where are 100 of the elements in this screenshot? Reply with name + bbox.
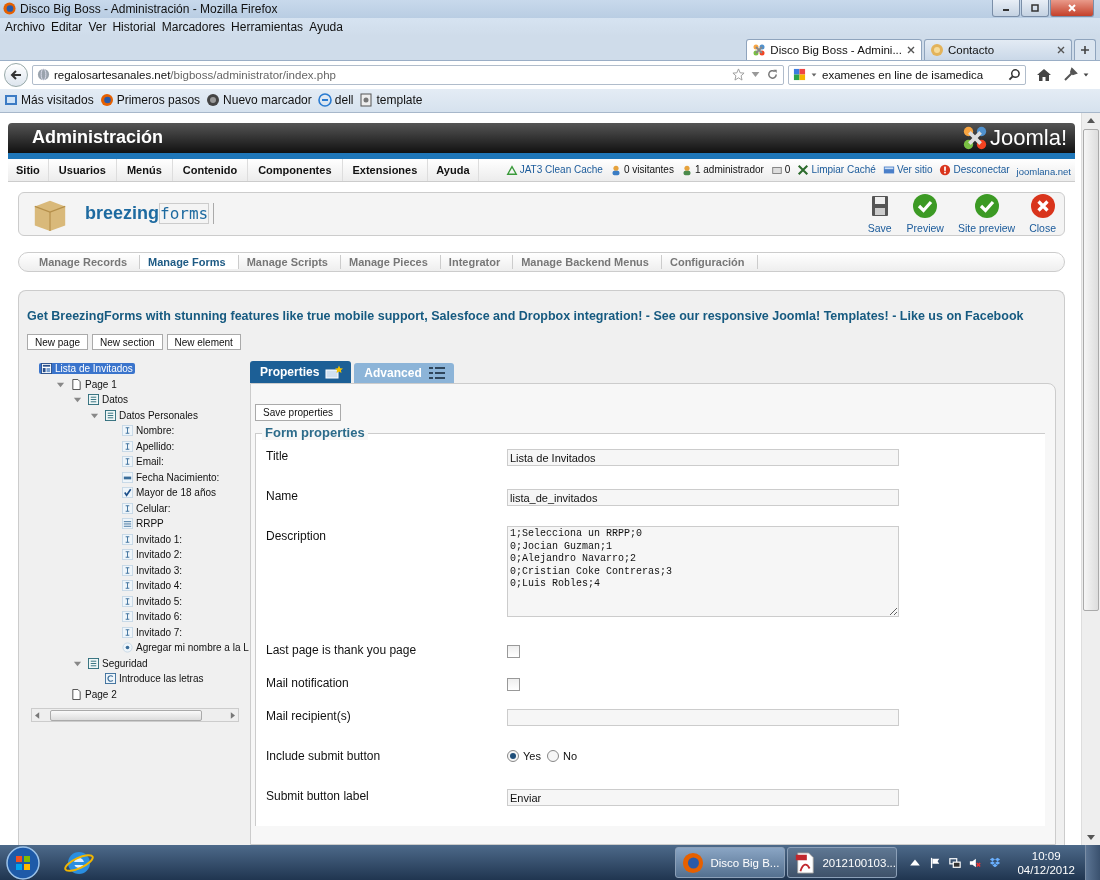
bookmark-item[interactable]: Más visitados [4,93,94,108]
status-link[interactable]: Limpiar Caché [797,163,876,176]
close-button[interactable] [1050,0,1094,17]
new-tab-button[interactable] [1074,38,1096,60]
tree-item[interactable]: Page 1 [69,378,119,390]
address-field[interactable]: regalosartesanales.net/bigboss/administrator/index.php [32,64,784,85]
radio-button[interactable] [507,750,519,762]
submenu-tab[interactable]: Manage Backend Menus [513,255,662,269]
status-link[interactable]: Ver sitio [882,163,933,176]
search-icon[interactable] [1008,68,1021,82]
tree-item[interactable]: Datos Personales [103,409,200,421]
tree-item[interactable]: Invitado 6: [120,611,185,623]
tree-item[interactable]: Datos [86,394,131,406]
toolbar-button[interactable]: Preview [906,193,944,235]
flag-icon[interactable] [929,856,942,869]
tree-item[interactable]: Fecha Nacimiento: [120,471,222,483]
reload-icon[interactable] [766,68,779,82]
taskbar-button[interactable]: Disco Big B... [675,847,786,878]
tree-item[interactable]: Page 2 [69,688,119,700]
home-icon[interactable] [1036,66,1052,83]
menu-item[interactable]: Historial [110,19,160,34]
tree-item[interactable]: Invitado 7: [120,626,185,638]
tree-item[interactable]: Introduce las letras [103,673,206,685]
search-field[interactable]: examenes en line de isamedica [788,64,1026,85]
tree-item[interactable]: Invitado 5: [120,595,185,607]
browser-tab[interactable]: Contacto [924,38,1072,60]
maximize-button[interactable] [1021,0,1049,17]
tree-item[interactable]: RRPP [120,518,166,530]
menu-item[interactable]: Ver [86,19,111,34]
menu-item[interactable]: Herramientas [229,19,308,34]
admin-menu-item[interactable]: Sitio [8,158,49,181]
status-link[interactable]: joomlana.net [1016,165,1071,177]
text-field[interactable]: lista_de_invitados [507,489,899,506]
admin-menu-item[interactable]: Menús [116,158,173,181]
promo-link[interactable]: Get BreezingForms with stunning features like true mobile support, Salesfoce and Dropbox integration! - See our responsive Joomla! Templates! - Like us on Facebook [27,309,1056,323]
tree-item[interactable]: Agregar mi nombre a la L [120,642,251,654]
status-link[interactable]: JAT3 Clean Cache [505,163,603,176]
tree-action-button[interactable]: New section [92,334,163,350]
radio-button[interactable] [546,750,559,762]
properties-tab[interactable]: Properties [250,361,352,383]
admin-menu-item[interactable]: Extensiones [342,158,429,181]
text-field[interactable] [507,709,899,726]
scroll-thumb[interactable] [1083,128,1099,611]
toolbar-button[interactable]: Close [1029,193,1056,235]
horizontal-scrollbar[interactable] [31,708,239,722]
tree-item[interactable]: Nombre: [120,425,177,437]
description-field[interactable]: 1;Selecciona un RRPP;0 0;Jocian Guzman;1 0;Alejandro Navarro;2 0;Cristian Coke Contreras;3 0;Luis Robles;4 [507,526,899,617]
toolbar-button[interactable]: Site preview [957,193,1016,235]
tree-item[interactable]: Celular: [120,502,173,514]
clock-date[interactable]: 04/12/2012 [1017,862,1075,877]
menu-item[interactable]: Ayuda [307,19,347,34]
taskbar-button[interactable]: 2012100103... [787,847,898,878]
tree-action-button[interactable]: New page [27,334,89,350]
submenu-tab[interactable]: Configuración [661,255,758,269]
tree-item[interactable]: Invitado 4: [120,580,185,592]
vertical-scrollbar[interactable] [1081,112,1100,845]
tree-item[interactable]: Mayor de 18 años [120,487,219,499]
close-icon[interactable] [1057,45,1065,54]
minimize-button[interactable] [992,0,1020,17]
tree-item[interactable]: Invitado 2: [120,549,185,561]
admin-menu-item[interactable]: Ayuda [428,158,479,181]
tree-item[interactable]: Invitado 3: [120,564,185,576]
menu-item[interactable]: Archivo [3,19,49,34]
dropdown-icon[interactable] [810,70,818,79]
arrow-up-icon[interactable] [1087,117,1095,124]
dropbox-icon[interactable] [989,856,1002,869]
arrow-left-icon[interactable] [35,711,40,719]
status-link[interactable]: Desconectar [939,163,1010,176]
bookmark-item[interactable]: dell [317,93,354,108]
submenu-tab[interactable]: Manage Forms [140,255,239,269]
tree-action-button[interactable]: New element [166,334,241,350]
start-button[interactable] [6,845,40,880]
admin-menu-item[interactable]: Componentes [248,158,343,181]
clock-time[interactable]: 10:09 [1031,848,1061,863]
submenu-tab[interactable]: Manage Pieces [341,255,441,269]
arrow-down-icon[interactable] [1087,834,1095,840]
text-field[interactable]: Lista de Invitados [507,449,899,466]
tree-item[interactable]: Lista de Invitados [39,363,135,375]
checkbox[interactable] [507,678,520,691]
menu-item[interactable]: Marcadores [159,19,230,34]
submenu-tab[interactable]: Integrator [440,255,514,269]
browser-tab[interactable]: Disco Big Boss - Admini... [746,38,922,60]
text-field[interactable]: Enviar [507,789,899,806]
network-icon[interactable] [949,856,962,869]
muted-speaker-icon[interactable] [969,856,982,869]
bookmark-item[interactable]: template [359,93,423,108]
admin-menu-item[interactable]: Contenido [172,158,249,181]
submenu-tab[interactable]: Manage Scripts [238,255,341,269]
arrow-right-icon[interactable] [230,711,235,719]
menu-item[interactable]: Editar [49,19,87,34]
tree-item[interactable]: Seguridad [86,657,150,669]
dropdown-icon[interactable] [1082,70,1090,79]
show-desktop-button[interactable] [1085,845,1100,880]
tree-item[interactable]: Apellido: [120,440,177,452]
toolbar-button[interactable]: Save [866,193,893,235]
back-button[interactable] [4,62,28,87]
star-icon[interactable] [732,68,745,82]
tree-item[interactable]: Email: [120,456,166,468]
scroll-thumb[interactable] [50,709,202,721]
checkbox[interactable] [507,645,520,658]
